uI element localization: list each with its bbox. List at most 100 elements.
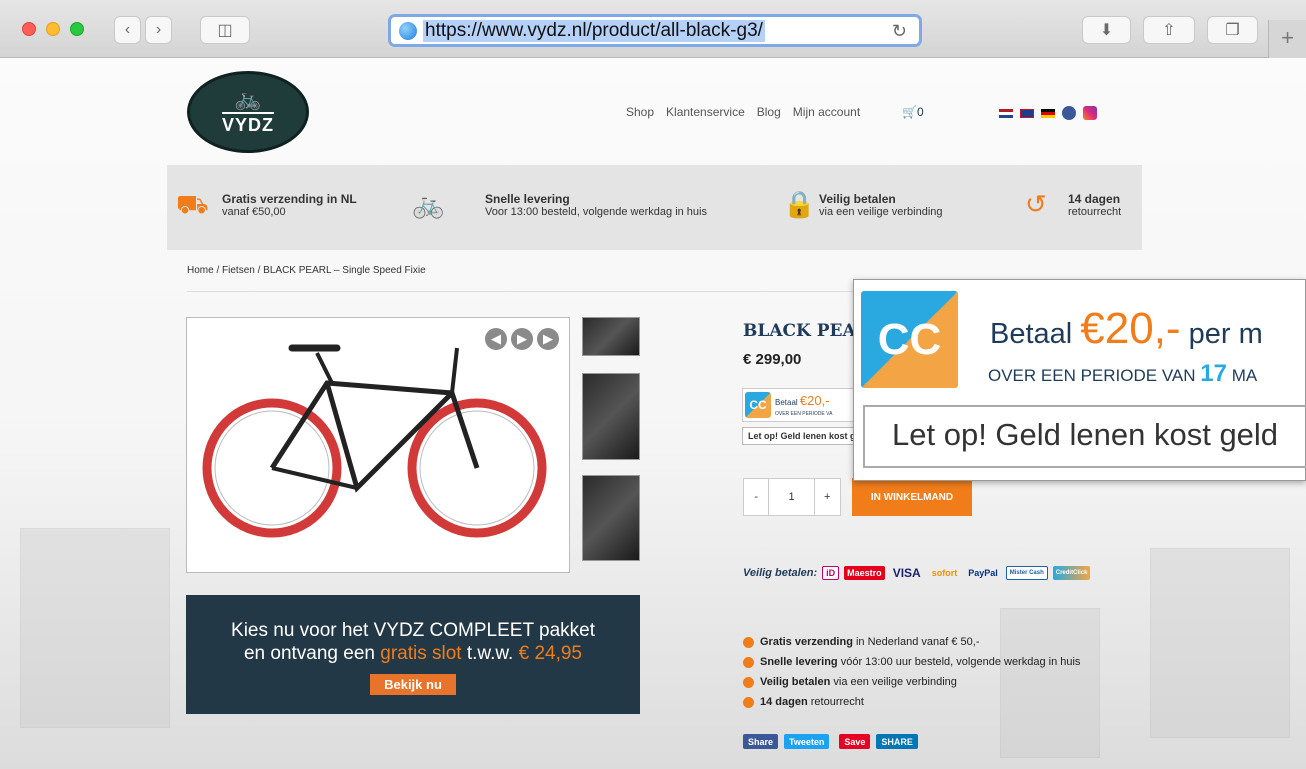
- banner-line2: en ontvang een gratis slot t.w.w. € 24,9…: [243, 643, 583, 664]
- add-to-cart-button[interactable]: IN WINKELMAND: [852, 478, 972, 516]
- main-nav: Shop Klantenservice Blog Mijn account: [626, 105, 860, 119]
- flag-nl-icon[interactable]: [999, 108, 1013, 118]
- address-bar[interactable]: https://www.vydz.nl/product/all-black-g3…: [388, 14, 922, 47]
- visa-icon: VISA: [892, 566, 921, 580]
- qty-plus-button[interactable]: +: [815, 479, 840, 515]
- facebook-share-button[interactable]: Share: [743, 734, 779, 749]
- mister-cash-icon: Mister Cash: [1005, 566, 1048, 580]
- nav-klantenservice[interactable]: Klantenservice: [666, 105, 745, 119]
- cart-icon: 🛒: [902, 105, 917, 119]
- globe-icon: [399, 21, 417, 40]
- url-text: https://www.vydz.nl/product/all-black-g3…: [423, 19, 765, 42]
- page-content: 🚲 VYDZ Shop Klantenservice Blog Mijn acc…: [0, 58, 1306, 769]
- product-gallery[interactable]: ◀ ▶ ▶: [186, 317, 570, 573]
- minimize-window-button[interactable]: [46, 22, 60, 36]
- breadcrumb-category[interactable]: Fietsen: [222, 265, 255, 276]
- browser-toolbar: ‹ › ◫ https://www.vydz.nl/product/all-bl…: [0, 0, 1306, 58]
- usp-item: Veilig betalen via een veilige verbinding: [819, 192, 943, 219]
- nav-blog[interactable]: Blog: [757, 105, 781, 119]
- list-item: Gratis verzending in Nederland vanaf € 5…: [743, 632, 1080, 652]
- share-icon: ⇧: [1162, 22, 1176, 39]
- cart-link[interactable]: 🛒0: [902, 105, 924, 119]
- return-icon: ↺: [1025, 189, 1047, 219]
- lock-icon: 🔒: [783, 189, 816, 219]
- check-icon: [743, 676, 754, 688]
- play-icon[interactable]: ▶: [511, 328, 533, 350]
- chevron-right-icon: ›: [155, 21, 162, 38]
- usp-item: Snelle levering Voor 13:00 besteld, volge…: [485, 192, 707, 219]
- back-button[interactable]: ‹: [114, 16, 141, 44]
- cart-count: 0: [916, 105, 924, 119]
- instagram-icon[interactable]: [1083, 106, 1097, 120]
- qty-minus-button[interactable]: -: [744, 479, 770, 515]
- ideal-icon: iD: [822, 566, 840, 580]
- breadcrumb-home[interactable]: Home: [187, 265, 214, 276]
- close-window-button[interactable]: [22, 22, 36, 36]
- bekijk-nu-button[interactable]: Bekijk nu: [370, 674, 456, 695]
- product-price: € 299,00: [743, 351, 802, 368]
- usp-item: Gratis verzending in NL vanaf €50,00: [222, 192, 357, 219]
- maestro-icon: Maestro: [844, 566, 885, 580]
- forward-button[interactable]: ›: [145, 16, 172, 44]
- qty-input[interactable]: 1: [769, 479, 815, 515]
- list-item: 14 dagen retourrecht: [743, 692, 1080, 712]
- downloads-button[interactable]: ⬇: [1082, 16, 1131, 44]
- banner-line1: Kies nu voor het VYDZ COMPLEET pakket: [231, 620, 595, 641]
- loan-warning: Let op! Geld lenen kost geld: [863, 405, 1306, 468]
- payment-label: Veilig betalen:: [743, 567, 818, 579]
- check-icon: [743, 636, 754, 648]
- divider: [187, 291, 857, 292]
- creditclick-icon: CC: [745, 392, 771, 418]
- flag-de-icon[interactable]: [1041, 108, 1055, 118]
- check-icon: [743, 656, 754, 668]
- breadcrumb-current: BLACK PEARL – Single Speed Fixie: [263, 265, 426, 276]
- flag-uk-icon[interactable]: [1020, 108, 1034, 118]
- pinterest-save-button[interactable]: Save: [839, 734, 871, 749]
- sidebar-button[interactable]: ◫: [200, 16, 250, 44]
- check-icon: [743, 696, 754, 708]
- reload-icon[interactable]: ↻: [892, 21, 907, 42]
- usp-bar: ⛟ Gratis verzending in NL vanaf €50,00 🚲 …: [167, 165, 1142, 250]
- creditclick-icon: CC: [861, 291, 958, 388]
- logo-text: VYDZ: [221, 112, 274, 136]
- maximize-window-button[interactable]: [70, 22, 84, 36]
- bike-icon: 🚲: [412, 189, 445, 219]
- product-thumbnail[interactable]: [582, 475, 640, 561]
- product-image: [202, 344, 547, 538]
- paypal-icon: PayPal: [968, 568, 998, 578]
- vydz-logo[interactable]: 🚲 VYDZ: [187, 71, 309, 153]
- credit-amount-text: Betaal €20,- per m: [990, 304, 1263, 353]
- linkedin-share-button[interactable]: SHARE: [876, 734, 918, 749]
- language-switcher: [999, 106, 1097, 120]
- list-item: Veilig betalen via een veilige verbindin…: [743, 672, 1080, 692]
- new-tab-button[interactable]: +: [1268, 20, 1306, 58]
- arrow-right-icon[interactable]: ▶: [537, 328, 559, 350]
- list-item: Snelle levering vóór 13:00 uur besteld, …: [743, 652, 1080, 672]
- promo-banner[interactable]: Kies nu voor het VYDZ COMPLEET pakket en…: [186, 595, 640, 714]
- product-thumbnail[interactable]: [582, 373, 640, 460]
- sidebar-icon: ◫: [217, 22, 233, 39]
- creditclick-widget[interactable]: CC Betaal €20,- OVER EEN PERIODE VA: [742, 388, 856, 422]
- nav-mijn-account[interactable]: Mijn account: [793, 105, 860, 119]
- bike-icon: 🚲: [234, 86, 262, 111]
- payment-methods: Veilig betalen: iD Maestro VISA sofort P…: [743, 566, 1091, 580]
- nav-shop[interactable]: Shop: [626, 105, 654, 119]
- sofort-icon: sofort: [931, 568, 958, 578]
- quantity-stepper[interactable]: - 1 +: [743, 478, 841, 516]
- arrow-left-icon[interactable]: ◀: [485, 328, 507, 350]
- credit-period-text: OVER EEN PERIODE VAN 17 MA: [988, 360, 1258, 387]
- share-buttons: Share Tweeten Save SHARE: [743, 734, 918, 749]
- usp-item: 14 dagen retourrecht: [1068, 192, 1122, 219]
- product-thumbnail[interactable]: [582, 317, 640, 356]
- creditclick-logo-icon: CreditClick: [1052, 566, 1091, 580]
- creditclick-zoom-overlay: CC Betaal €20,- per m OVER EEN PERIODE V…: [853, 279, 1306, 481]
- share-button[interactable]: ⇧: [1143, 16, 1195, 44]
- tabs-overview-button[interactable]: ❐: [1207, 16, 1258, 44]
- tabs-icon: ❐: [1225, 22, 1240, 39]
- breadcrumb: Home / Fietsen / BLACK PEARL – Single Sp…: [187, 265, 426, 276]
- truck-icon: ⛟: [176, 189, 209, 219]
- chevron-left-icon: ‹: [124, 21, 131, 38]
- facebook-icon[interactable]: [1062, 106, 1076, 120]
- twitter-share-button[interactable]: Tweeten: [784, 734, 830, 749]
- download-icon: ⬇: [1099, 22, 1114, 39]
